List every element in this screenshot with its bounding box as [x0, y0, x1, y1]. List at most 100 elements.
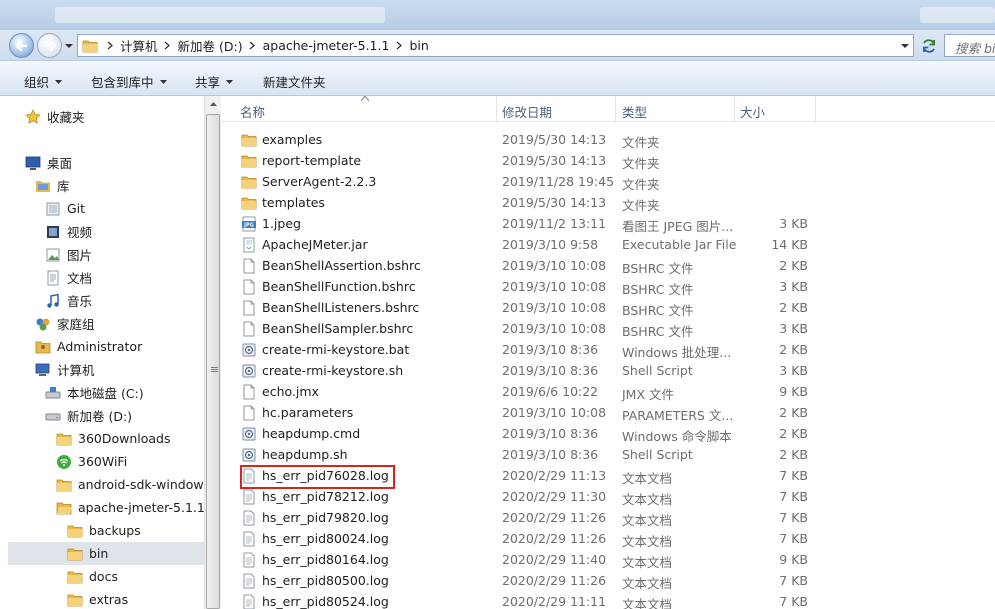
nav-folder-360downloads[interactable]: 360Downloads: [56, 428, 171, 449]
nav-drive-c[interactable]: 本地磁盘 (C:): [45, 382, 144, 403]
file-name: BeanShellFunction.bshrc: [262, 279, 416, 294]
chevron-right-icon: [249, 41, 256, 50]
column-size[interactable]: 大小: [740, 102, 765, 121]
nav-homegroup-label: 家庭组: [57, 317, 95, 332]
file-row[interactable]: hs_err_pid79820.log 2020/2/29 11:26 文本文档 7 …: [240, 507, 840, 528]
breadcrumb-separator[interactable]: [160, 35, 176, 56]
file-row[interactable]: BeanShellSampler.bshrc 2019/3/10 10:08 BSH…: [240, 318, 840, 339]
nav-documents-label: 文档: [67, 271, 93, 286]
recent-pages-dropdown-icon[interactable]: [64, 41, 74, 51]
file-date-modified: 2019/3/10 8:36: [502, 363, 599, 378]
file-date-modified: 2020/2/29 11:40: [502, 552, 607, 567]
column-type[interactable]: 类型: [622, 102, 647, 121]
refresh-button[interactable]: [917, 34, 940, 57]
file-row[interactable]: hc.parameters 2019/3/10 10:08 PARAMETERS 文…: [240, 402, 840, 423]
file-date-modified: 2019/3/10 10:08: [502, 258, 607, 273]
caret-down-icon: [159, 79, 167, 84]
nav-documents[interactable]: 文档: [45, 267, 92, 288]
file-name: hs_err_pid80524.log: [262, 594, 389, 609]
script-icon: [242, 343, 256, 357]
nav-drive-d[interactable]: 新加卷 (D:): [45, 405, 132, 426]
file-name: templates: [262, 195, 325, 210]
file-row[interactable]: templates 2019/5/30 14:13 文件夹: [240, 192, 840, 213]
nav-git[interactable]: Git: [45, 198, 85, 219]
file-row[interactable]: hs_err_pid78212.log 2020/2/29 11:30 文本文档 7 …: [240, 486, 840, 507]
nav-folder-360wifi[interactable]: 360WiFi: [56, 451, 127, 472]
breadcrumb-computer[interactable]: 计算机: [118, 35, 160, 56]
nav-libraries[interactable]: 库: [35, 175, 70, 196]
nav-pictures[interactable]: 图片: [45, 244, 92, 265]
forward-button[interactable]: [37, 33, 62, 58]
new-folder-button[interactable]: 新建文件夹: [263, 72, 326, 91]
address-dropdown-icon[interactable]: [899, 39, 911, 53]
nav-homegroup[interactable]: 家庭组: [35, 313, 95, 334]
file-row[interactable]: BeanShellFunction.bshrc 2019/3/10 10:08 BS…: [240, 276, 840, 297]
file-size: 2 KB: [779, 405, 808, 420]
file-row[interactable]: create-rmi-keystore.sh 2019/3/10 8:36 Shel…: [240, 360, 840, 381]
back-button[interactable]: [9, 33, 34, 58]
file-row[interactable]: JPG 1.jpeg 2019/11/2 13:11 看图王 JPEG 图片... 3 …: [240, 213, 840, 234]
column-date-modified[interactable]: 修改日期: [502, 102, 552, 121]
text-icon: [243, 531, 255, 547]
file-name: examples: [262, 132, 323, 147]
share-button[interactable]: 共享: [195, 72, 234, 91]
organize-button[interactable]: 组织: [24, 72, 63, 91]
nav-music[interactable]: 音乐: [45, 290, 92, 311]
search-input[interactable]: 搜索 bin: [944, 34, 995, 57]
file-row[interactable]: ApacheJMeter.jar 2019/3/10 9:58 Executable…: [240, 234, 840, 255]
nav-folder-jmeter[interactable]: apache-jmeter-5.1.1: [56, 497, 205, 518]
breadcrumb-separator[interactable]: [102, 35, 118, 56]
file-row[interactable]: report-template 2019/5/30 14:13 文件夹: [240, 150, 840, 171]
nav-administrator[interactable]: Administrator: [35, 336, 142, 357]
nav-videos[interactable]: 视频: [45, 221, 92, 242]
file-row[interactable]: hs_err_pid80024.log 2020/2/29 11:26 文本文档 7 …: [240, 528, 840, 549]
file-name: create-rmi-keystore.bat: [262, 342, 410, 357]
file-name: hs_err_pid80024.log: [262, 531, 389, 546]
file-type: BSHRC 文件: [622, 261, 694, 276]
nav-folder-bin[interactable]: bin: [8, 542, 204, 565]
caret-down-icon: [55, 79, 63, 84]
chevron-right-icon: [107, 41, 113, 50]
file-row[interactable]: create-rmi-keystore.bat 2019/3/10 8:36 Win…: [240, 339, 840, 360]
address-bar[interactable]: 计算机 新加卷 (D:) apache-jmeter-5.1.1 bin: [77, 34, 914, 57]
breadcrumb-drive-d[interactable]: 新加卷 (D:): [176, 35, 245, 56]
column-name[interactable]: 名称: [240, 102, 265, 121]
file-row[interactable]: heapdump.sh 2019/3/10 8:36 Shell Script 2 K…: [240, 444, 840, 465]
nav-folder-docs[interactable]: docs: [67, 566, 118, 587]
file-row[interactable]: echo.jmx 2019/6/6 10:22 JMX 文件 9 KB: [240, 381, 840, 402]
text-icon: [243, 552, 255, 568]
file-type: 看图王 JPEG 图片...: [622, 219, 734, 234]
nav-favorites-label: 收藏夹: [47, 110, 85, 125]
scroll-thumb[interactable]: [206, 114, 220, 609]
breadcrumb-separator[interactable]: [245, 35, 261, 56]
nav-folder-extras[interactable]: extras: [67, 589, 128, 609]
nav-folder-android[interactable]: android-sdk-windows: [56, 474, 210, 495]
nav-computer[interactable]: 计算机: [35, 359, 95, 380]
nav-favorites[interactable]: 收藏夹: [25, 106, 85, 127]
file-type: Executable Jar File: [622, 237, 737, 252]
nav-folder-backups[interactable]: backups: [67, 520, 141, 541]
file-row[interactable]: BeanShellAssertion.bshrc 2019/3/10 10:08 B…: [240, 255, 840, 276]
file-date-modified: 2020/2/29 11:11: [502, 594, 607, 609]
breadcrumb-separator[interactable]: [391, 35, 407, 56]
navigation-scrollbar[interactable]: [204, 96, 221, 609]
breadcrumb-bin[interactable]: bin: [407, 35, 430, 56]
file-date-modified: 2020/2/29 11:13: [502, 468, 607, 483]
refresh-icon: [922, 38, 935, 53]
scroll-up-button[interactable]: [205, 96, 221, 112]
include-in-library-label: 包含到库中: [91, 75, 154, 90]
nav-folder-label: 360Downloads: [78, 431, 171, 446]
include-in-library-button[interactable]: 包含到库中: [91, 72, 167, 91]
file-date-modified: 2019/11/28 19:45: [502, 174, 615, 189]
file-row[interactable]: BeanShellListeners.bshrc 2019/3/10 10:08 B…: [240, 297, 840, 318]
file-name: heapdump.cmd: [262, 426, 361, 441]
file-row[interactable]: hs_err_pid80500.log 2020/2/29 11:26 文本文档 7 …: [240, 570, 840, 591]
file-row[interactable]: hs_err_pid80164.log 2020/2/29 11:40 文本文档 9 …: [240, 549, 840, 570]
nav-videos-label: 视频: [67, 225, 93, 240]
file-row[interactable]: examples 2019/5/30 14:13 文件夹: [240, 129, 840, 150]
file-row[interactable]: hs_err_pid80524.log 2020/2/29 11:11 文本文档 7 …: [240, 591, 840, 609]
nav-desktop[interactable]: 桌面: [25, 152, 72, 173]
file-row[interactable]: ServerAgent-2.2.3 2019/11/28 19:45 文件夹: [240, 171, 840, 192]
breadcrumb-jmeter[interactable]: apache-jmeter-5.1.1: [261, 35, 392, 56]
file-row[interactable]: heapdump.cmd 2019/3/10 8:36 Windows 命令脚本 2 …: [240, 423, 840, 444]
